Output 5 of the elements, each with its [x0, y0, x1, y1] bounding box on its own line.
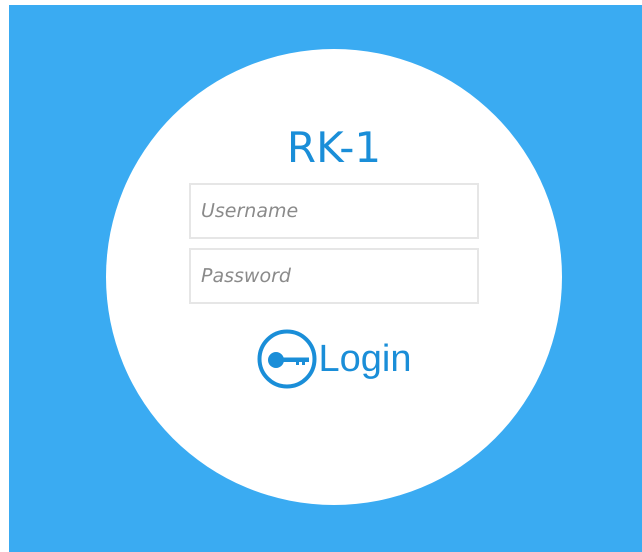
key-icon [256, 329, 316, 389]
input-field[interactable]: Username [189, 183, 479, 239]
login-button[interactable]: Login [256, 329, 412, 389]
input-field[interactable]: Password [189, 248, 479, 304]
app-title: RK-1 [286, 123, 382, 173]
